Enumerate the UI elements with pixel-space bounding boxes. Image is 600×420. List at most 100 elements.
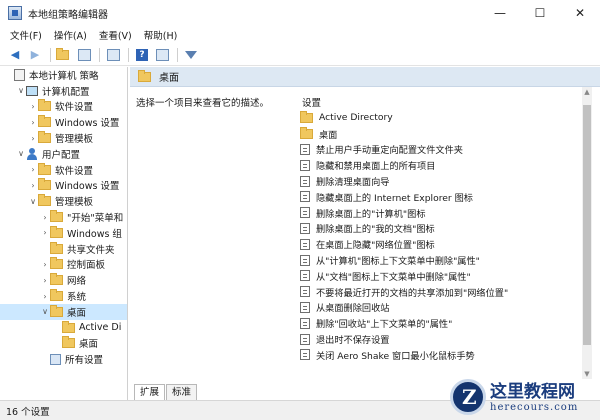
tree-item-label: 网络 — [67, 276, 87, 288]
tree-item[interactable]: › 网络 — [0, 272, 127, 288]
policy-setting-icon — [300, 238, 310, 250]
tree-item[interactable]: 所有设置 — [0, 351, 127, 367]
setting-row[interactable]: 隐藏和禁用桌面上的所有项目 — [300, 157, 580, 173]
expand-chevron-icon[interactable]: › — [28, 181, 38, 190]
column-header-settings[interactable]: 设置 — [300, 94, 580, 110]
folder-icon — [50, 289, 63, 302]
help-icon[interactable]: ? — [133, 46, 151, 64]
vertical-scrollbar[interactable]: ▲ ▼ — [582, 87, 592, 379]
tree-item[interactable]: › Windows 设置 — [0, 114, 127, 130]
setting-row[interactable]: 退出时不保存设置 — [300, 331, 580, 347]
expand-chevron-icon[interactable]: › — [40, 292, 50, 301]
tree-item-label: 桌面 — [67, 307, 87, 319]
tree-item[interactable]: › 软件设置 — [0, 162, 127, 178]
scroll-up-icon[interactable]: ▲ — [582, 87, 592, 97]
expand-chevron-icon[interactable]: › — [40, 276, 50, 285]
folder-icon — [300, 126, 313, 139]
setting-row[interactable]: 从桌面删除回收站 — [300, 300, 580, 316]
show-hide-tree-icon[interactable] — [75, 46, 93, 64]
menu-bar: 文件(F) 操作(A) 查看(V) 帮助(H) — [0, 26, 600, 44]
setting-row[interactable]: 隐藏桌面上的 Internet Explorer 图标 — [300, 189, 580, 205]
tree-item-label: 所有设置 — [65, 355, 104, 367]
setting-row[interactable]: 在桌面上隐藏"网络位置"图标 — [300, 236, 580, 252]
tree-item-label: 桌面 — [79, 339, 99, 351]
folder-icon — [38, 131, 51, 144]
tree-item[interactable]: › 软件设置 — [0, 99, 127, 115]
setting-label: 退出时不保存设置 — [316, 335, 390, 347]
tree-item[interactable]: › Windows 设置 — [0, 178, 127, 194]
tree-item[interactable]: 桌面 — [0, 336, 127, 352]
setting-row[interactable]: 不要将最近打开的文档的共享添加到"网络位置" — [300, 284, 580, 300]
properties-icon[interactable] — [153, 46, 171, 64]
expand-chevron-icon[interactable]: › — [28, 102, 38, 111]
expand-chevron-icon[interactable]: › — [40, 213, 50, 222]
back-arrow-icon[interactable]: ◀ — [6, 46, 24, 64]
setting-label: Active Directory — [319, 112, 393, 124]
expand-chevron-icon[interactable]: › — [40, 228, 50, 237]
tree-item[interactable]: 共享文件夹 — [0, 241, 127, 257]
menu-view[interactable]: 查看(V) — [93, 28, 138, 42]
tree-item[interactable]: › 管理模板 — [0, 130, 127, 146]
close-button[interactable]: ✕ — [560, 0, 600, 26]
setting-row[interactable]: 删除"回收站"上下文菜单的"属性" — [300, 315, 580, 331]
content-pane: 桌面 选择一个项目来查看它的描述。 设置 Active Directory 桌面禁… — [130, 67, 600, 382]
folder-icon — [38, 99, 51, 112]
tree-item[interactable]: › 控制面板 — [0, 257, 127, 273]
setting-label: 在桌面上隐藏"网络位置"图标 — [316, 240, 435, 252]
tree-item[interactable]: ∨ 用户配置 — [0, 146, 127, 162]
setting-row[interactable]: 删除桌面上的"我的文档"图标 — [300, 221, 580, 237]
expand-chevron-icon[interactable]: › — [28, 118, 38, 127]
expand-chevron-icon[interactable]: › — [28, 165, 38, 174]
folder-icon — [300, 110, 313, 123]
toolbar-divider — [99, 47, 100, 62]
watermark: 这里教程网 herecours.com — [450, 374, 600, 420]
setting-row[interactable]: 从"计算机"图标上下文菜单中删除"属性" — [300, 252, 580, 268]
tab-standard[interactable]: 标准 — [166, 384, 198, 400]
status-text: 16 个设置 — [6, 406, 50, 418]
menu-help[interactable]: 帮助(H) — [138, 28, 184, 42]
menu-file[interactable]: 文件(F) — [4, 28, 48, 42]
tree-item[interactable]: Active Di — [0, 320, 127, 336]
collapse-chevron-icon[interactable]: ∨ — [16, 86, 26, 95]
maximize-button[interactable]: ☐ — [520, 0, 560, 26]
tree-item-label: Windows 组 — [67, 228, 122, 240]
tree-item[interactable]: 本地计算机 策略 — [0, 67, 127, 83]
tree-item-label: 计算机配置 — [42, 86, 90, 98]
collapse-chevron-icon[interactable]: ∨ — [28, 197, 38, 206]
setting-row[interactable]: 删除清理桌面向导 — [300, 173, 580, 189]
setting-row[interactable]: 删除桌面上的"计算机"图标 — [300, 205, 580, 221]
forward-arrow-icon[interactable]: ▶ — [26, 46, 44, 64]
setting-label: 关闭 Aero Shake 窗口最小化鼠标手势 — [316, 350, 475, 362]
scroll-thumb[interactable] — [583, 105, 591, 345]
tree-item[interactable]: ∨ 管理模板 — [0, 193, 127, 209]
collapse-chevron-icon[interactable]: ∨ — [40, 307, 50, 316]
tab-extended[interactable]: 扩展 — [134, 384, 166, 400]
policy-setting-icon — [300, 333, 310, 345]
setting-row[interactable]: Active Directory — [300, 110, 580, 126]
tree-item[interactable]: › "开始"菜单和 — [0, 209, 127, 225]
setting-row[interactable]: 桌面 — [300, 126, 580, 142]
setting-label: 从桌面删除回收站 — [316, 303, 390, 315]
tree-item[interactable]: › 系统 — [0, 288, 127, 304]
folder-icon — [38, 178, 51, 191]
policy-setting-icon — [300, 317, 310, 329]
setting-row[interactable]: 关闭 Aero Shake 窗口最小化鼠标手势 — [300, 347, 580, 363]
expand-chevron-icon[interactable]: › — [40, 260, 50, 269]
settings-list: 设置 Active Directory 桌面禁止用户手动重定向配置文件文件夹 隐藏和… — [300, 94, 580, 363]
policy-icon — [14, 68, 25, 81]
minimize-button[interactable]: — — [480, 0, 520, 26]
collapse-chevron-icon[interactable]: ∨ — [16, 149, 26, 158]
tree-item[interactable]: ∨ 桌面 — [0, 303, 127, 320]
expand-chevron-icon[interactable]: › — [28, 134, 38, 143]
setting-label: 禁止用户手动重定向配置文件文件夹 — [316, 145, 463, 157]
folder-up-icon[interactable] — [55, 46, 73, 64]
setting-row[interactable]: 禁止用户手动重定向配置文件文件夹 — [300, 142, 580, 158]
tree-item[interactable]: › Windows 组 — [0, 225, 127, 241]
tree-item[interactable]: ∨ 计算机配置 — [0, 83, 127, 99]
setting-row[interactable]: 从"文档"图标上下文菜单中删除"属性" — [300, 268, 580, 284]
setting-label: 删除"回收站"上下文菜单的"属性" — [316, 319, 453, 331]
menu-action[interactable]: 操作(A) — [48, 28, 93, 42]
export-list-icon[interactable] — [104, 46, 122, 64]
filter-icon[interactable] — [182, 46, 200, 64]
folder-icon — [50, 304, 63, 317]
